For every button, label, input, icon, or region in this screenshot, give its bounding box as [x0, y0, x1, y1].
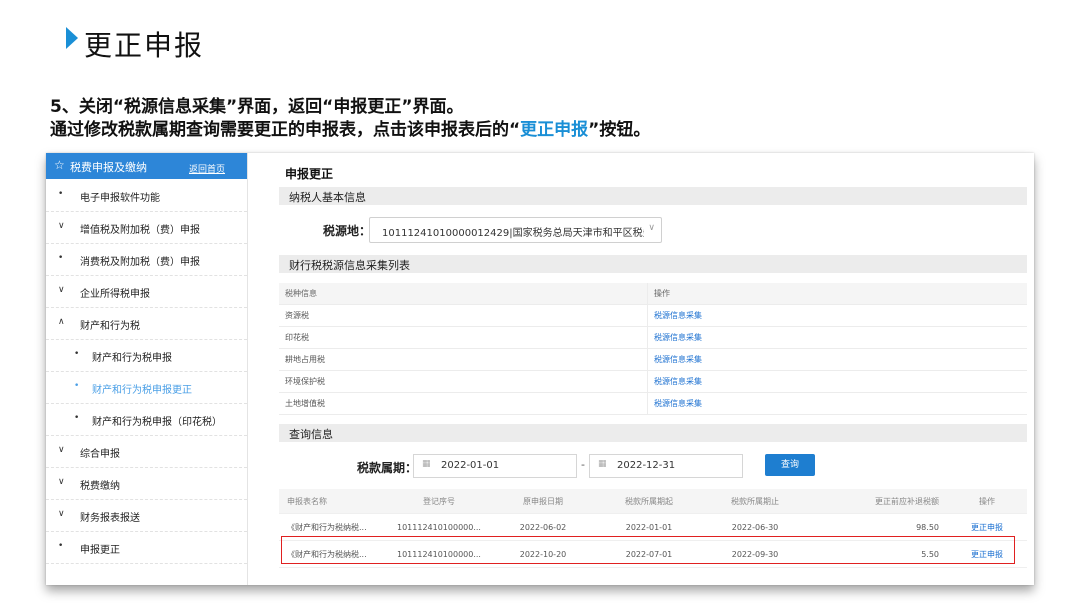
column-header: 税款所属期起	[596, 489, 702, 514]
date-separator: -	[581, 458, 585, 471]
title-arrow-icon	[66, 27, 78, 49]
table-header-row: 税种信息 操作	[279, 283, 1027, 305]
date-to-input[interactable]: ▦ 2022-12-31	[589, 454, 743, 478]
table-row: 环境保护税 税源信息采集	[279, 370, 1027, 393]
chevron-down-icon: ∨	[58, 221, 65, 231]
sidebar-item-label: 税费缴纳	[80, 481, 120, 492]
tax-period-label: 税款属期：	[357, 461, 418, 475]
sidebar-item-label: 财产和行为税申报	[92, 353, 172, 364]
tax-type-cell: 土地增值税	[279, 392, 648, 415]
chevron-down-icon: ∨	[58, 477, 65, 487]
chevron-down-icon: ∨	[58, 509, 65, 519]
query-button[interactable]: 查询	[765, 454, 815, 476]
table-row: 资源税 税源信息采集	[279, 304, 1027, 327]
correct-filing-link[interactable]: 更正申报	[971, 523, 1003, 532]
app-screenshot: ☆ 税费申报及缴纳 返回首页 • 电子申报软件功能 ∨ 增值税及附加税（费）申报 •…	[46, 153, 1034, 585]
instruction-line-1: 5、关闭“税源信息采集”界面，返回“申报更正”界面。	[50, 97, 464, 117]
main-panel: 申报更正 纳税人基本信息 税源地： 10111241010000012429|国…	[261, 153, 1034, 585]
section-header-tax-source-list: 财行税税源信息采集列表	[279, 255, 1027, 273]
column-header: 税种信息	[279, 283, 648, 305]
tax-type-cell: 环境保护税	[279, 370, 648, 393]
sidebar-item-label: 企业所得税申报	[80, 289, 150, 300]
sidebar-item-label: 综合申报	[80, 449, 120, 460]
column-header: 税款所属期止	[702, 489, 808, 514]
sidebar-item-label: 财产和行为税	[80, 321, 140, 332]
sidebar-item-vat[interactable]: ∨ 增值税及附加税（费）申报	[46, 211, 247, 244]
section-header-basic-info: 纳税人基本信息	[279, 187, 1027, 205]
bullet-icon: •	[58, 189, 64, 199]
sidebar-item-label: 申报更正	[80, 545, 120, 556]
sidebar-header: ☆ 税费申报及缴纳 返回首页	[46, 153, 247, 179]
date-to-value: 2022-12-31	[617, 460, 676, 471]
section-header-query: 查询信息	[279, 424, 1027, 442]
tax-type-cell: 资源税	[279, 304, 648, 327]
sidebar-item-filing-correction[interactable]: • 申报更正	[46, 531, 247, 564]
slide-title: 更正申报	[84, 29, 205, 62]
back-home-link[interactable]: 返回首页	[189, 162, 225, 175]
chevron-down-icon: ∨	[58, 445, 65, 455]
sidebar-item-corporate-income-tax[interactable]: ∨ 企业所得税申报	[46, 275, 247, 308]
sidebar-item-property-tax-filing[interactable]: • 财产和行为税申报	[46, 339, 247, 372]
bullet-icon: •	[58, 541, 64, 551]
calendar-icon: ▦	[598, 459, 607, 469]
collect-tax-source-link[interactable]: 税源信息采集	[654, 377, 702, 386]
section-title: 查询信息	[289, 428, 333, 441]
instruction-text-a: 通过修改税款属期查询需要更正的申报表，点击该申报表后的“	[50, 120, 521, 140]
calendar-icon: ▦	[422, 459, 431, 469]
bullet-icon: •	[74, 413, 80, 423]
sidebar-item-label: 增值税及附加税（费）申报	[80, 225, 200, 236]
sidebar-item-tax-payment[interactable]: ∨ 税费缴纳	[46, 467, 247, 500]
date-from-input[interactable]: ▦ 2022-01-01	[413, 454, 577, 478]
section-title: 纳税人基本信息	[289, 191, 366, 204]
sidebar-item-consumption-tax[interactable]: • 消费税及附加税（费）申报	[46, 243, 247, 276]
instruction-line-2: 通过修改税款属期查询需要更正的申报表，点击该申报表后的“更正申报”按钮。	[50, 115, 650, 140]
sidebar-item-label: 消费税及附加税（费）申报	[80, 257, 200, 268]
page-title: 申报更正	[285, 167, 334, 181]
collect-tax-source-link[interactable]: 税源信息采集	[654, 355, 702, 364]
column-header: 操作	[947, 489, 1027, 514]
sidebar-item-label: 电子申报软件功能	[80, 193, 160, 204]
sidebar-item-property-behavior-tax[interactable]: ∧ 财产和行为税	[46, 307, 247, 340]
column-header: 更正前应补退税额	[808, 489, 947, 514]
column-header: 原申报日期	[490, 489, 596, 514]
sidebar-item-label: 财产和行为税申报（印花税）	[92, 417, 222, 428]
sidebar-item-financial-reports[interactable]: ∨ 财务报表报送	[46, 499, 247, 532]
highlight-box	[281, 536, 1015, 564]
star-icon: ☆	[54, 158, 65, 172]
collect-tax-source-link[interactable]: 税源信息采集	[654, 311, 702, 320]
sidebar: ☆ 税费申报及缴纳 返回首页 • 电子申报软件功能 ∨ 增值税及附加税（费）申报 •…	[46, 153, 248, 585]
tax-source-table: 税种信息 操作 资源税 税源信息采集 印花税 税源信息采集 耕地占用税 税源信息采集 …	[279, 283, 1027, 415]
chevron-down-icon: ∨	[648, 223, 655, 233]
chevron-down-icon: ∨	[58, 285, 65, 295]
instruction-text-b: ”按钮。	[588, 120, 651, 140]
table-header-row: 申报表名称 登记序号 原申报日期 税款所属期起 税款所属期止 更正前应补退税额 …	[279, 489, 1027, 514]
tax-source-select[interactable]: 10111241010000012429|国家税务总局天津市和平区税务 ∨	[369, 217, 662, 243]
sidebar-item-label: 财务报表报送	[80, 513, 140, 524]
sidebar-item-property-tax-stamp[interactable]: • 财产和行为税申报（印花税）	[46, 403, 247, 436]
sidebar-item-label: 财产和行为税申报更正	[92, 385, 192, 396]
tax-source-value: 10111241010000012429|国家税务总局天津市和平区税务	[382, 228, 644, 239]
date-from-value: 2022-01-01	[441, 460, 500, 471]
tax-type-cell: 耕地占用税	[279, 348, 648, 371]
table-row: 印花税 税源信息采集	[279, 326, 1027, 349]
table-row: 土地增值税 税源信息采集	[279, 392, 1027, 415]
tax-type-cell: 印花税	[279, 326, 648, 349]
chevron-up-icon: ∧	[58, 317, 65, 327]
sidebar-item-comprehensive-filing[interactable]: ∨ 综合申报	[46, 435, 247, 468]
sidebar-header-title: 税费申报及缴纳	[70, 161, 147, 174]
section-title: 财行税税源信息采集列表	[289, 259, 410, 272]
collect-tax-source-link[interactable]: 税源信息采集	[654, 399, 702, 408]
column-header: 操作	[647, 283, 1027, 305]
bullet-icon: •	[74, 381, 80, 391]
sidebar-item-e-filing[interactable]: • 电子申报软件功能	[46, 179, 247, 212]
tax-source-label: 税源地：	[323, 224, 372, 238]
table-row: 耕地占用税 税源信息采集	[279, 348, 1027, 371]
collect-tax-source-link[interactable]: 税源信息采集	[654, 333, 702, 342]
bullet-icon: •	[74, 349, 80, 359]
column-header: 申报表名称	[279, 489, 388, 514]
column-header: 登记序号	[388, 489, 490, 514]
bullet-icon: •	[58, 253, 64, 263]
instruction-highlight: 更正申报	[520, 120, 589, 140]
sidebar-item-property-tax-correction[interactable]: • 财产和行为税申报更正	[46, 371, 247, 404]
